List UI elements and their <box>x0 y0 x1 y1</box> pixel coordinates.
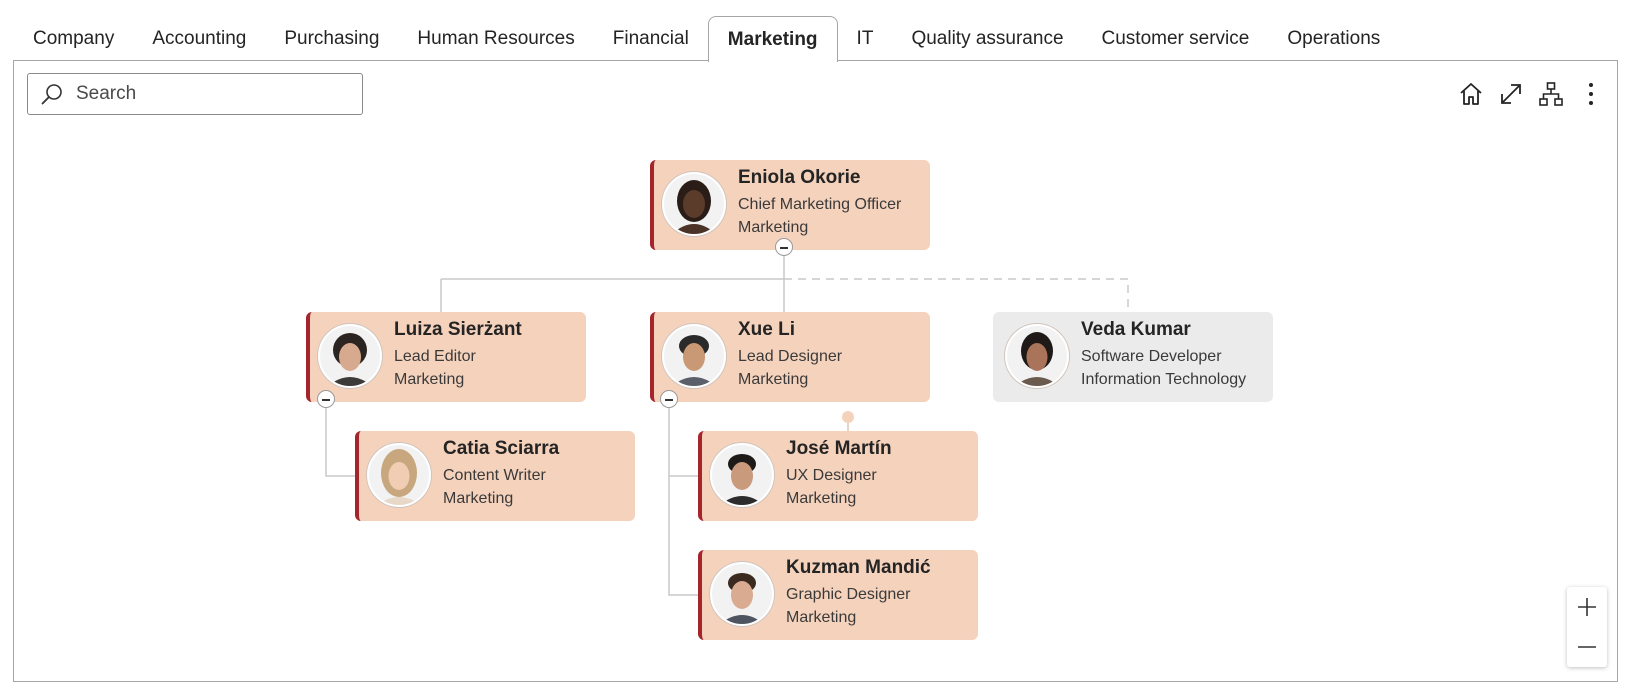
person-department: Marketing <box>786 609 857 626</box>
collapse-toggle-eniola[interactable] <box>775 238 793 256</box>
org-node-veda-kumar[interactable]: Veda Kumar Software Developer Informatio… <box>993 312 1273 402</box>
person-title: Content Writer <box>443 467 546 484</box>
person-department: Marketing <box>443 490 514 507</box>
person-department: Marketing <box>786 490 857 507</box>
org-node-eniola-okorie[interactable]: Eniola Okorie Chief Marketing Officer Ma… <box>650 160 930 250</box>
person-name: Catia Sciarra <box>443 438 560 459</box>
zoom-controls <box>1567 587 1607 667</box>
person-title: Chief Marketing Officer <box>738 196 902 213</box>
tab-accounting[interactable]: Accounting <box>133 16 265 61</box>
avatar <box>710 443 774 507</box>
person-department: Marketing <box>738 371 809 388</box>
person-department: Information Technology <box>1081 371 1247 388</box>
person-name: Veda Kumar <box>1081 319 1191 340</box>
avatar <box>662 172 726 236</box>
avatar <box>367 443 431 507</box>
person-title: Graphic Designer <box>786 586 911 603</box>
org-node-luiza-sierzant[interactable]: Luiza Sierżant Lead Editor Marketing <box>306 312 586 402</box>
org-node-xue-li[interactable]: Xue Li Lead Designer Marketing <box>650 312 930 402</box>
tab-customer-service[interactable]: Customer service <box>1083 16 1269 61</box>
assistant-marker <box>842 411 854 423</box>
person-department: Marketing <box>738 219 809 236</box>
org-node-jose-martin[interactable]: José Martín UX Designer Marketing <box>698 431 978 521</box>
minus-icon <box>1578 646 1596 648</box>
person-name: Xue Li <box>738 319 796 340</box>
collapse-toggle-xue[interactable] <box>660 390 678 408</box>
tab-quality-assurance[interactable]: Quality assurance <box>892 16 1082 61</box>
person-title: Lead Designer <box>738 348 843 365</box>
zoom-out-button[interactable] <box>1567 627 1607 667</box>
zoom-in-button[interactable] <box>1567 587 1607 627</box>
avatar <box>662 324 726 388</box>
person-title: Software Developer <box>1081 348 1222 365</box>
tab-human-resources[interactable]: Human Resources <box>398 16 593 61</box>
tab-financial[interactable]: Financial <box>594 16 708 61</box>
collapse-toggle-luiza[interactable] <box>317 390 335 408</box>
tab-operations[interactable]: Operations <box>1268 16 1399 61</box>
tab-marketing[interactable]: Marketing <box>707 16 838 62</box>
tab-purchasing[interactable]: Purchasing <box>265 16 398 61</box>
person-name: Luiza Sierżant <box>394 319 522 340</box>
tab-it[interactable]: IT <box>838 16 893 61</box>
org-node-kuzman-mandic[interactable]: Kuzman Mandić Graphic Designer Marketing <box>698 550 978 640</box>
avatar <box>710 562 774 626</box>
person-title: Lead Editor <box>394 348 476 365</box>
org-node-catia-sciarra[interactable]: Catia Sciarra Content Writer Marketing <box>355 431 635 521</box>
department-tabs: Company Accounting Purchasing Human Reso… <box>14 16 1632 62</box>
person-department: Marketing <box>394 371 465 388</box>
person-name: Eniola Okorie <box>738 167 861 188</box>
avatar <box>1005 324 1069 388</box>
tab-company[interactable]: Company <box>14 16 133 61</box>
plus-icon <box>1578 598 1596 616</box>
person-title: UX Designer <box>786 467 877 484</box>
org-chart-panel: Eniola Okorie Chief Marketing Officer Ma… <box>13 60 1618 682</box>
person-name: José Martín <box>786 438 892 459</box>
avatar <box>318 324 382 388</box>
person-name: Kuzman Mandić <box>786 557 931 578</box>
